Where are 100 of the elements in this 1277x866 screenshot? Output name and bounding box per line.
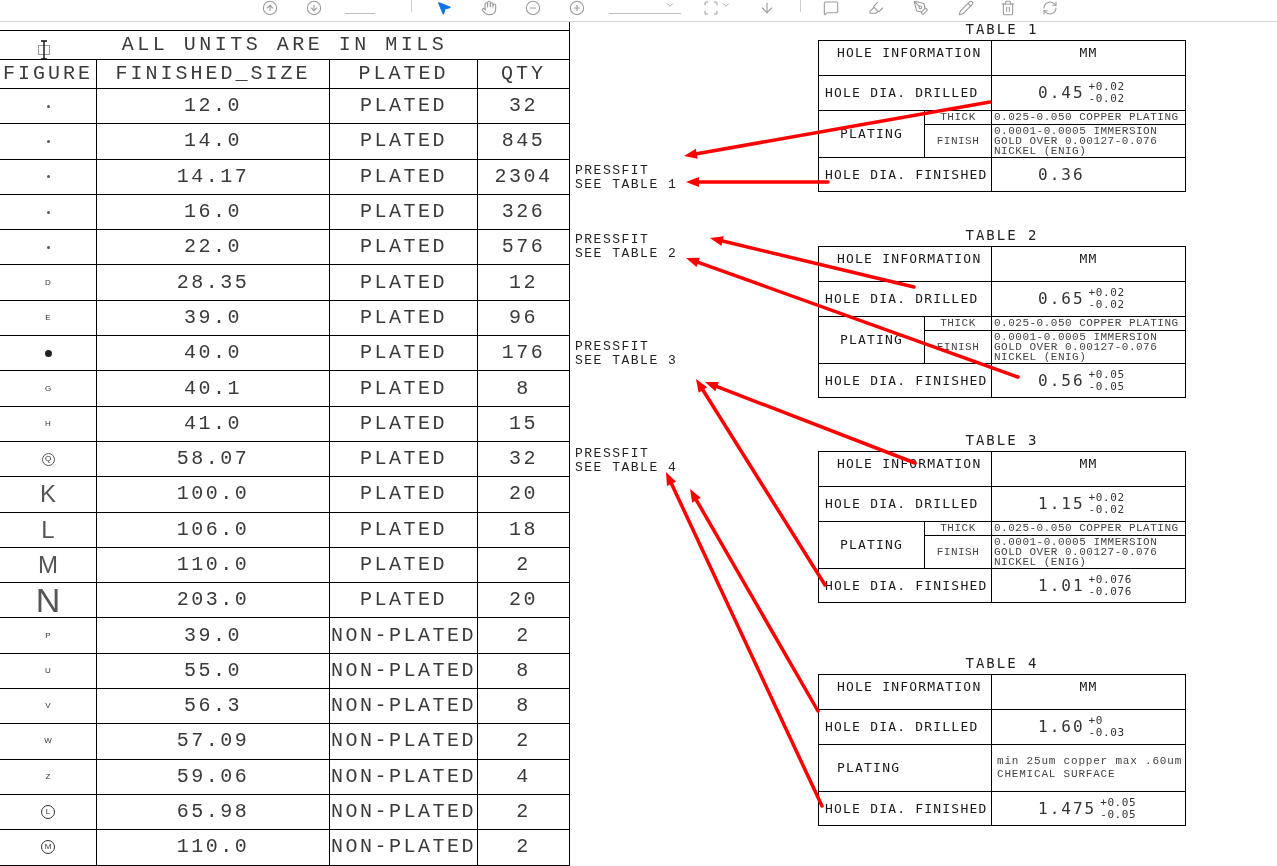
table-cell: 2 [478, 618, 569, 654]
table-cell: NON-PLATED [330, 618, 478, 654]
table-cell: 96 [478, 300, 569, 337]
pressfit-note: PRESSFIT SEE TABLE 4 [575, 447, 678, 475]
table-cell: NON-PLATED [330, 759, 478, 795]
table-cell: 32 [478, 441, 569, 478]
pressfit-note: PRESSFIT SEE TABLE 3 [575, 340, 678, 368]
pen-icon[interactable] [913, 0, 929, 16]
table-cell: 8 [478, 689, 569, 725]
fit-page-icon[interactable] [703, 0, 719, 16]
next-page-icon[interactable] [306, 0, 322, 16]
plus-tolerance: +0.076 [1088, 573, 1132, 586]
caret-icon [665, 0, 675, 10]
minus-tolerance: -0.02 [1088, 504, 1125, 516]
figure-symbol: N [35, 583, 61, 618]
table-cell: PLATED [330, 371, 478, 407]
table-cell: 59.06 [97, 759, 330, 795]
table-cell: 57.09 [97, 724, 330, 760]
table-cell: 16.0 [97, 194, 330, 231]
table-cell: 326 [478, 194, 569, 231]
plus-tolerance: +0.05 [1100, 796, 1137, 809]
value-text: 0.45 [1038, 85, 1085, 101]
table-cell-text: 0.0001-0.0005 IMMERSION GOLD OVER 0.00127-0.076 NICKEL (ENIG) [993, 331, 1159, 363]
minus-tolerance: -0.05 [1100, 808, 1137, 821]
row-label: PLATING [819, 111, 925, 157]
table-cell: 203.0 [97, 583, 330, 619]
sub-label: FINISH [935, 133, 981, 149]
table-cell: PLATED [330, 159, 478, 195]
table-cell: NON-PLATED [330, 794, 478, 831]
table-cell: min 25um copper max .60um CHEMICAL SURFACE [997, 755, 1183, 781]
table-cell-text: 0.0001-0.0005 IMMERSION GOLD OVER 0.00127-0.076 NICKEL (ENIG) [993, 125, 1159, 157]
pencil-icon[interactable] [958, 0, 974, 16]
plus-tolerance: +0.02 [1088, 287, 1125, 299]
table-cell: 2 [478, 547, 569, 584]
column-header: HOLE INFORMATION [819, 41, 992, 75]
table-cell: 4 [478, 759, 569, 795]
scroll-icon[interactable] [759, 0, 775, 16]
table-cell: NON-PLATED [330, 724, 478, 760]
table-cell: NON-PLATED [330, 830, 478, 866]
row-label: HOLE DIA. FINISHED [819, 364, 992, 397]
table-cell: 56.3 [97, 689, 330, 725]
figure-symbol: L [41, 517, 55, 542]
rotate-icon[interactable] [1042, 0, 1058, 16]
column-header: HOLE INFORMATION [819, 452, 992, 486]
figure-symbol: D [45, 278, 51, 287]
pressfit-note: PRESSFIT SEE TABLE 2 [575, 233, 678, 261]
minus-tolerance: -0.076 [1088, 585, 1132, 598]
zoom-out-icon[interactable] [525, 0, 541, 16]
sub-label: THICK [925, 317, 991, 331]
table-cell: PLATED [330, 547, 478, 584]
table-cell: PLATED [330, 441, 478, 478]
table-cell: 0.025-0.050 COPPER PLATING [992, 317, 1185, 331]
table-cell: 20 [478, 583, 569, 619]
table-cell: NON-PLATED [330, 653, 478, 690]
column-header: MM [1078, 455, 1099, 473]
table-cell: PLATED [330, 583, 478, 619]
trash-icon[interactable] [1000, 0, 1016, 16]
plus-tolerance: +0.02 [1088, 81, 1125, 93]
table-cell: PLATED [330, 89, 478, 125]
hand-icon[interactable] [481, 0, 497, 16]
column-header: HOLE INFORMATION [819, 675, 992, 709]
table-cell: 39.0 [97, 300, 330, 337]
highlighter-icon[interactable] [868, 0, 884, 16]
zoom-in-icon[interactable] [569, 0, 585, 16]
table-cell: 41.0 [97, 406, 330, 442]
row-label: HOLE DIA. DRILLED [819, 76, 992, 110]
table-cell: 40.1 [97, 371, 330, 407]
table-cell: PLATED [330, 406, 478, 442]
value-text: 1.15 [1038, 496, 1085, 512]
column-header: HOLE INFORMATION [819, 247, 992, 281]
table-cell: 8 [478, 653, 569, 690]
row-label: HOLE DIA. FINISHED [819, 569, 992, 602]
sub-label: FINISH [935, 339, 981, 355]
table-cell: 40.0 [97, 336, 330, 372]
figure-symbol: H [45, 419, 51, 428]
previous-page-icon[interactable] [262, 0, 278, 16]
pressfit-note: PRESSFIT SEE TABLE 1 [575, 164, 678, 192]
sub-label: FINISH [935, 544, 981, 560]
column-header: QTY [478, 60, 569, 89]
zoom-field[interactable] [609, 0, 681, 14]
sub-label: THICK [925, 111, 991, 125]
pointer-icon[interactable] [436, 0, 452, 16]
value-text: 1.475 [1038, 800, 1097, 817]
row-label: HOLE DIA. FINISHED [819, 158, 992, 191]
table-cell: 110.0 [97, 830, 330, 866]
plus-tolerance: +0.05 [1088, 368, 1125, 381]
table-cell: 22.0 [97, 230, 330, 266]
row-label: HOLE DIA. FINISHED [819, 792, 992, 825]
table-cell: 65.98 [97, 794, 330, 831]
column-header: MM [1078, 250, 1099, 268]
table-cell: 18 [478, 512, 569, 548]
column-header: MM [1078, 44, 1099, 62]
table-cell: 0.025-0.050 COPPER PLATING [992, 111, 1185, 125]
comment-icon[interactable] [823, 0, 839, 16]
table-cell: 12 [478, 265, 569, 301]
value-text: 0.65 [1038, 291, 1085, 307]
table-cell: 12.0 [97, 89, 330, 125]
column-header: FINISHED_SIZE [97, 60, 330, 89]
caret-icon[interactable] [721, 0, 731, 10]
minus-tolerance: -0.03 [1088, 727, 1125, 739]
